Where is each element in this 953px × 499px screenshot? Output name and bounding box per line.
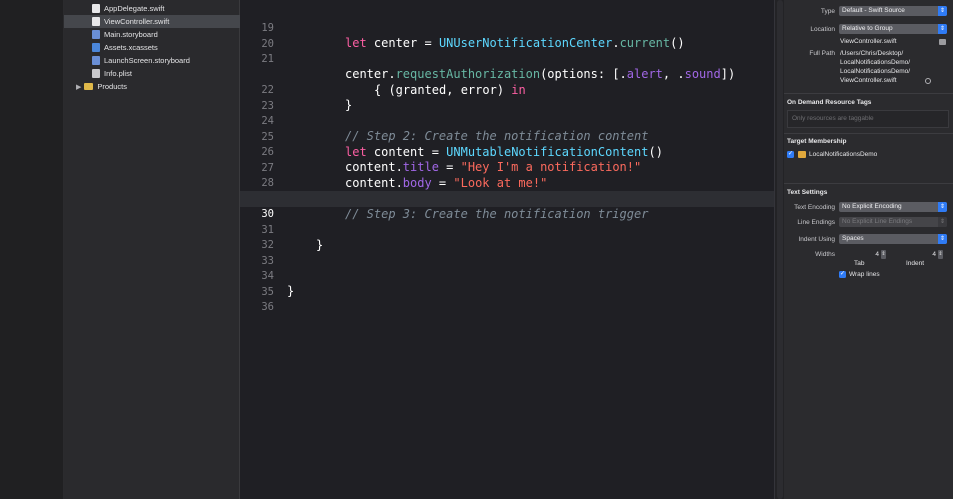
nav-item-label: Info.plist: [104, 69, 132, 78]
nav-item-main-storyboard[interactable]: Main.storyboard: [92, 28, 240, 41]
tab-width-field[interactable]: 4: [839, 250, 879, 259]
nav-item-info-plist[interactable]: Info.plist: [92, 67, 240, 80]
location-value: Relative to Group: [842, 25, 893, 32]
code-line[interactable]: 29 // Step 3: Create the notification tr…: [240, 176, 774, 222]
indent-caption: Indent: [906, 260, 925, 267]
indent-width-field[interactable]: 4: [894, 250, 936, 259]
nav-item-launchscreen[interactable]: LaunchScreen.storyboard: [92, 54, 240, 67]
nav-item-appdelegate[interactable]: AppDelegate.swift: [92, 2, 240, 15]
location-popup[interactable]: Relative to Group ⇕: [839, 24, 947, 34]
editor-scrollbar[interactable]: [774, 0, 784, 499]
app-target-icon: [798, 151, 806, 158]
indent-using-label: Indent Using: [798, 236, 836, 243]
wrap-lines-checkbox[interactable]: ✓: [839, 271, 846, 278]
window-edge-strip: [0, 0, 64, 499]
swift-file-icon: [92, 17, 100, 26]
scrollbar-thumb[interactable]: [777, 0, 783, 499]
text-settings-title: Text Settings: [787, 189, 828, 196]
code-line[interactable]: 23: [240, 83, 774, 112]
storyboard-file-icon: [92, 56, 100, 65]
tab-caption: Tab: [854, 260, 865, 267]
popup-arrows-icon: ⇕: [938, 6, 947, 16]
target-name: LocalNotificationsDemo: [809, 151, 878, 158]
file-inspector: Type Default - Swift Source ⇕ Location R…: [784, 0, 953, 499]
section-divider: [784, 93, 953, 94]
text-encoding-popup[interactable]: No Explicit Encoding ⇕: [839, 202, 947, 212]
full-path-line: /Users/Chris/Desktop/: [840, 50, 904, 57]
code-line[interactable]: { (granted, error) in: [240, 52, 774, 97]
assets-catalog-icon: [92, 43, 100, 52]
line-endings-label: Line Endings: [797, 219, 835, 226]
popup-arrows-icon: ⇕: [938, 217, 947, 227]
code-line[interactable]: 27 content.body = "Look at me!": [240, 145, 774, 191]
swift-file-icon: [92, 4, 100, 13]
odr-section-title: On Demand Resource Tags: [787, 99, 872, 106]
code-line[interactable]: 19 let center = UNUserNotificationCenter…: [240, 5, 774, 51]
code-line[interactable]: 21 center.requestAuthorization(options: …: [240, 36, 774, 82]
code-line[interactable]: 34 }: [240, 253, 774, 299]
indent-using-value: Spaces: [842, 235, 864, 242]
nav-item-label: Main.storyboard: [104, 30, 158, 39]
nav-item-label: Assets.xcassets: [104, 43, 158, 52]
nav-item-assets[interactable]: Assets.xcassets: [92, 41, 240, 54]
location-file-name: ViewController.swift: [840, 38, 897, 45]
code-line[interactable]: 32: [240, 222, 774, 251]
odr-tags-field[interactable]: Only resources are taggable: [787, 110, 949, 128]
code-line[interactable]: 28: [240, 160, 774, 189]
plist-file-icon: [92, 69, 100, 78]
code-line[interactable]: 31 }: [240, 207, 774, 253]
full-path-line: LocalNotificationsDemo/: [840, 68, 911, 75]
code-line[interactable]: 24 // Step 2: Create the notification co…: [240, 98, 774, 144]
reveal-in-finder-icon[interactable]: [925, 78, 931, 84]
line-endings-value: No Explicit Line Endings: [842, 218, 913, 225]
line-number: 36: [261, 300, 274, 313]
nav-item-label: ViewController.swift: [104, 17, 170, 26]
text-encoding-value: No Explicit Encoding: [842, 203, 902, 210]
choose-folder-icon[interactable]: [939, 39, 946, 45]
tab-width-stepper[interactable]: ⇕: [881, 250, 886, 259]
code-line[interactable]: 22 }: [240, 67, 774, 113]
type-value: Default - Swift Source: [842, 7, 905, 14]
nav-item-label: Products: [97, 82, 127, 91]
wrap-lines-label: Wrap lines: [849, 271, 880, 278]
popup-arrows-icon: ⇕: [938, 234, 947, 244]
code-line-current[interactable]: 30: [240, 191, 774, 220]
folder-icon: [84, 83, 94, 90]
code-line[interactable]: 20: [240, 21, 774, 50]
nav-item-label: LaunchScreen.storyboard: [104, 56, 190, 65]
code-line[interactable]: 35: [240, 269, 774, 298]
text-encoding-label: Text Encoding: [794, 204, 835, 211]
code-line[interactable]: 36: [240, 284, 774, 313]
full-path-line: ViewController.swift: [840, 77, 897, 84]
location-label: Location: [810, 26, 835, 33]
code-line[interactable]: 25 let content = UNMutableNotificationCo…: [240, 114, 774, 160]
code-line[interactable]: 33: [240, 238, 774, 267]
target-membership-title: Target Membership: [787, 138, 847, 145]
type-label: Type: [820, 8, 835, 15]
full-path-label: Full Path: [809, 50, 835, 57]
section-divider: [784, 133, 953, 134]
nav-item-viewcontroller[interactable]: ViewController.swift: [64, 15, 240, 28]
source-editor[interactable]: 19 let center = UNUserNotificationCenter…: [240, 0, 774, 499]
nav-group-products[interactable]: ▶ Products: [76, 80, 240, 93]
target-checkbox[interactable]: ✓: [787, 151, 794, 158]
line-endings-popup[interactable]: No Explicit Line Endings ⇕: [839, 217, 947, 227]
nav-item-label: AppDelegate.swift: [104, 4, 165, 13]
storyboard-file-icon: [92, 30, 100, 39]
full-path-line: LocalNotificationsDemo/: [840, 59, 911, 66]
widths-label: Widths: [815, 251, 835, 258]
indent-using-popup[interactable]: Spaces ⇕: [839, 234, 947, 244]
popup-arrows-icon: ⇕: [938, 202, 947, 212]
indent-width-stepper[interactable]: ⇕: [938, 250, 943, 259]
section-divider: [784, 183, 953, 184]
popup-arrows-icon: ⇕: [938, 24, 947, 34]
project-navigator: AppDelegate.swift ViewController.swift M…: [64, 0, 240, 499]
type-popup[interactable]: Default - Swift Source ⇕: [839, 6, 947, 16]
odr-placeholder: Only resources are taggable: [792, 115, 874, 122]
code-line[interactable]: 26 content.title = "Hey I'm a notificati…: [240, 129, 774, 175]
disclosure-triangle-icon[interactable]: ▶: [76, 83, 81, 91]
